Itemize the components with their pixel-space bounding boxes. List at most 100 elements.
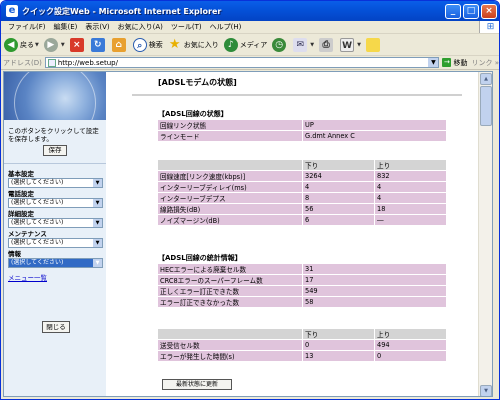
- page-icon: [47, 58, 56, 67]
- sidebar-banner-image: [4, 72, 106, 120]
- group-label: 基本設定: [8, 170, 34, 178]
- chevron-down-icon: ▼: [93, 199, 102, 207]
- scroll-down-icon[interactable]: ▼: [480, 385, 492, 396]
- chevron-down-icon[interactable]: ▼: [428, 58, 439, 67]
- media-button[interactable]: ♪ メディア: [223, 37, 267, 52]
- table-row: 正しくエラー訂正できた数 549: [158, 286, 447, 297]
- phone-settings-select[interactable]: (選択してください) ▼: [8, 198, 103, 208]
- group-label: 電話設定: [8, 190, 34, 198]
- table-row: 線路損失(dB) 56 18: [158, 204, 447, 215]
- address-input[interactable]: http://web.setup/ ▼: [44, 57, 440, 68]
- edit-icon: W: [340, 37, 355, 52]
- refresh-status-button[interactable]: 最新状態に更新: [162, 379, 232, 390]
- mail-icon: ✉: [293, 37, 308, 52]
- vertical-scrollbar[interactable]: ▲ ▼: [478, 72, 492, 396]
- menu-file[interactable]: ファイル(F): [4, 22, 50, 32]
- table-row: インターリーブディレイ(ms) 4 4: [158, 182, 447, 193]
- media-icon: ♪: [223, 37, 238, 52]
- chevron-down-icon: ▼: [93, 239, 102, 247]
- cells-table: 下り 上り 送受信セル数 0 494 エラーが発生した時間(s) 13 0: [158, 329, 447, 362]
- note-icon: [365, 37, 380, 52]
- chevron-down-icon: ▼: [93, 219, 102, 227]
- address-label: アドレス(D): [3, 58, 42, 67]
- refresh-toolbar-button[interactable]: ↻: [90, 37, 107, 52]
- browser-window: e クイック設定Web - Microsoft Internet Explore…: [0, 0, 500, 400]
- chevron-down-icon: ▼: [310, 41, 315, 48]
- table-header-row: 下り 上り: [158, 329, 447, 340]
- group-phone-settings: 電話設定 (選択してください) ▼: [4, 190, 106, 208]
- stop-icon: ×: [69, 37, 84, 52]
- forward-arrow-icon: ▶: [43, 37, 58, 52]
- ie-logo-icon: e: [6, 5, 18, 17]
- star-icon: ★: [168, 36, 181, 52]
- print-button[interactable]: ⎙: [319, 37, 335, 52]
- menu-view[interactable]: 表示(V): [81, 22, 113, 32]
- table-row: 送受信セル数 0 494: [158, 340, 447, 351]
- mail-button[interactable]: ✉ ▼: [293, 37, 315, 52]
- line-status-heading: 【ADSL回線の状態】: [158, 110, 228, 118]
- table-row: CRC8エラーのスーパーフレーム数 17: [158, 275, 447, 286]
- maximize-button[interactable]: □: [463, 3, 479, 19]
- back-arrow-icon: ◀: [4, 37, 18, 52]
- minimize-button[interactable]: _: [445, 3, 461, 19]
- history-icon: ◷: [272, 37, 287, 52]
- address-bar: アドレス(D) http://web.setup/ ▼ → 移動 リンク »: [1, 56, 499, 70]
- advanced-settings-select[interactable]: (選択してください) ▼: [8, 218, 103, 228]
- table-row: HECエラーによる廃棄セル数 31: [158, 264, 447, 275]
- stats-heading: 【ADSL回線の統計情報】: [158, 254, 242, 262]
- refresh-icon: ↻: [90, 37, 105, 52]
- menu-favorites[interactable]: お気に入り(A): [114, 22, 167, 32]
- search-button[interactable]: ⌕ 検索: [132, 37, 163, 52]
- title-bar: e クイック設定Web - Microsoft Internet Explore…: [1, 1, 499, 21]
- history-button[interactable]: ◷: [272, 37, 288, 52]
- home-button[interactable]: ⌂: [111, 37, 128, 52]
- menu-list-link[interactable]: メニュー一覧: [4, 270, 106, 284]
- menu-bar: ファイル(F) 編集(E) 表示(V) お気に入り(A) ツール(T) ヘルプ(…: [1, 21, 499, 34]
- stats-table: HECエラーによる廃棄セル数 31 CRC8エラーのスーパーフレーム数 17 正しく…: [158, 264, 447, 308]
- table-row: ラインモード G.dmt Annex C: [158, 131, 447, 142]
- table-row: 回線速度[リンク速度(kbps)] 3264 832: [158, 171, 447, 182]
- scroll-thumb[interactable]: [480, 86, 492, 126]
- back-button[interactable]: ◀ 戻る ▼: [4, 37, 39, 52]
- group-information: 情報 (選択してください) ▼: [4, 250, 106, 268]
- table-row: 回線リンク状態 UP: [158, 120, 447, 131]
- close-window-button[interactable]: ×: [481, 3, 497, 19]
- scroll-up-icon[interactable]: ▲: [480, 73, 492, 85]
- table-row: インターリーブデプス 8 4: [158, 193, 447, 204]
- maintenance-select[interactable]: (選択してください) ▼: [8, 238, 103, 248]
- basic-settings-select[interactable]: (選択してください) ▼: [8, 178, 103, 188]
- chevron-down-icon: ▼: [357, 41, 361, 48]
- favorites-button[interactable]: ★ お気に入り: [168, 36, 219, 52]
- home-icon: ⌂: [111, 37, 126, 52]
- save-button[interactable]: 保存: [43, 145, 67, 156]
- go-arrow-icon: →: [442, 58, 452, 67]
- main-panel: [ADSLモデムの状態] 【ADSL回線の状態】 回線リンク状態 UP ラインモー…: [110, 72, 470, 396]
- go-button[interactable]: → 移動: [442, 58, 467, 68]
- messenger-button[interactable]: [365, 37, 382, 52]
- group-label: 詳細設定: [8, 210, 34, 218]
- chevron-down-icon: ▼: [93, 259, 102, 267]
- close-button[interactable]: 閉じる: [42, 321, 70, 333]
- page-title: [ADSLモデムの状態]: [158, 78, 237, 87]
- menu-edit[interactable]: 編集(E): [50, 22, 82, 32]
- line-status-table: 回線リンク状態 UP ラインモード G.dmt Annex C: [158, 120, 447, 142]
- chevron-down-icon: ▼: [93, 179, 102, 187]
- stop-button[interactable]: ×: [69, 37, 86, 52]
- save-message: このボタンをクリックして設定を保存します。: [8, 127, 99, 143]
- menu-help[interactable]: ヘルプ(H): [206, 22, 246, 32]
- menu-tools[interactable]: ツール(T): [167, 22, 206, 32]
- edit-button[interactable]: W ▼: [340, 37, 361, 52]
- forward-button[interactable]: ▶ ▼: [43, 37, 65, 52]
- search-icon: ⌕: [132, 37, 147, 52]
- windows-flag-icon: ⊞: [479, 21, 499, 33]
- toolbar: ◀ 戻る ▼ ▶ ▼ × ↻ ⌂ ⌕ 検索 ★ お気に入り ♪ メディア ◷ ✉ ▼ ⎙ W ▼: [1, 34, 499, 56]
- printer-icon: ⎙: [319, 37, 334, 52]
- address-url: http://web.setup/: [57, 58, 118, 67]
- links-button[interactable]: リンク »: [471, 58, 499, 68]
- window-title: クイック設定Web - Microsoft Internet Explorer: [22, 6, 222, 16]
- page-content: このボタンをクリックして設定を保存します。 保存 基本設定 (選択してください)…: [3, 71, 493, 397]
- table-row: エラーが発生した時間(s) 13 0: [158, 351, 447, 362]
- line-detail-table: 下り 上り 回線速度[リンク速度(kbps)] 3264 832 インターリーブディレ…: [158, 160, 447, 226]
- information-select[interactable]: (選択してください) ▼: [8, 258, 103, 268]
- chevron-down-icon: ▼: [35, 41, 39, 48]
